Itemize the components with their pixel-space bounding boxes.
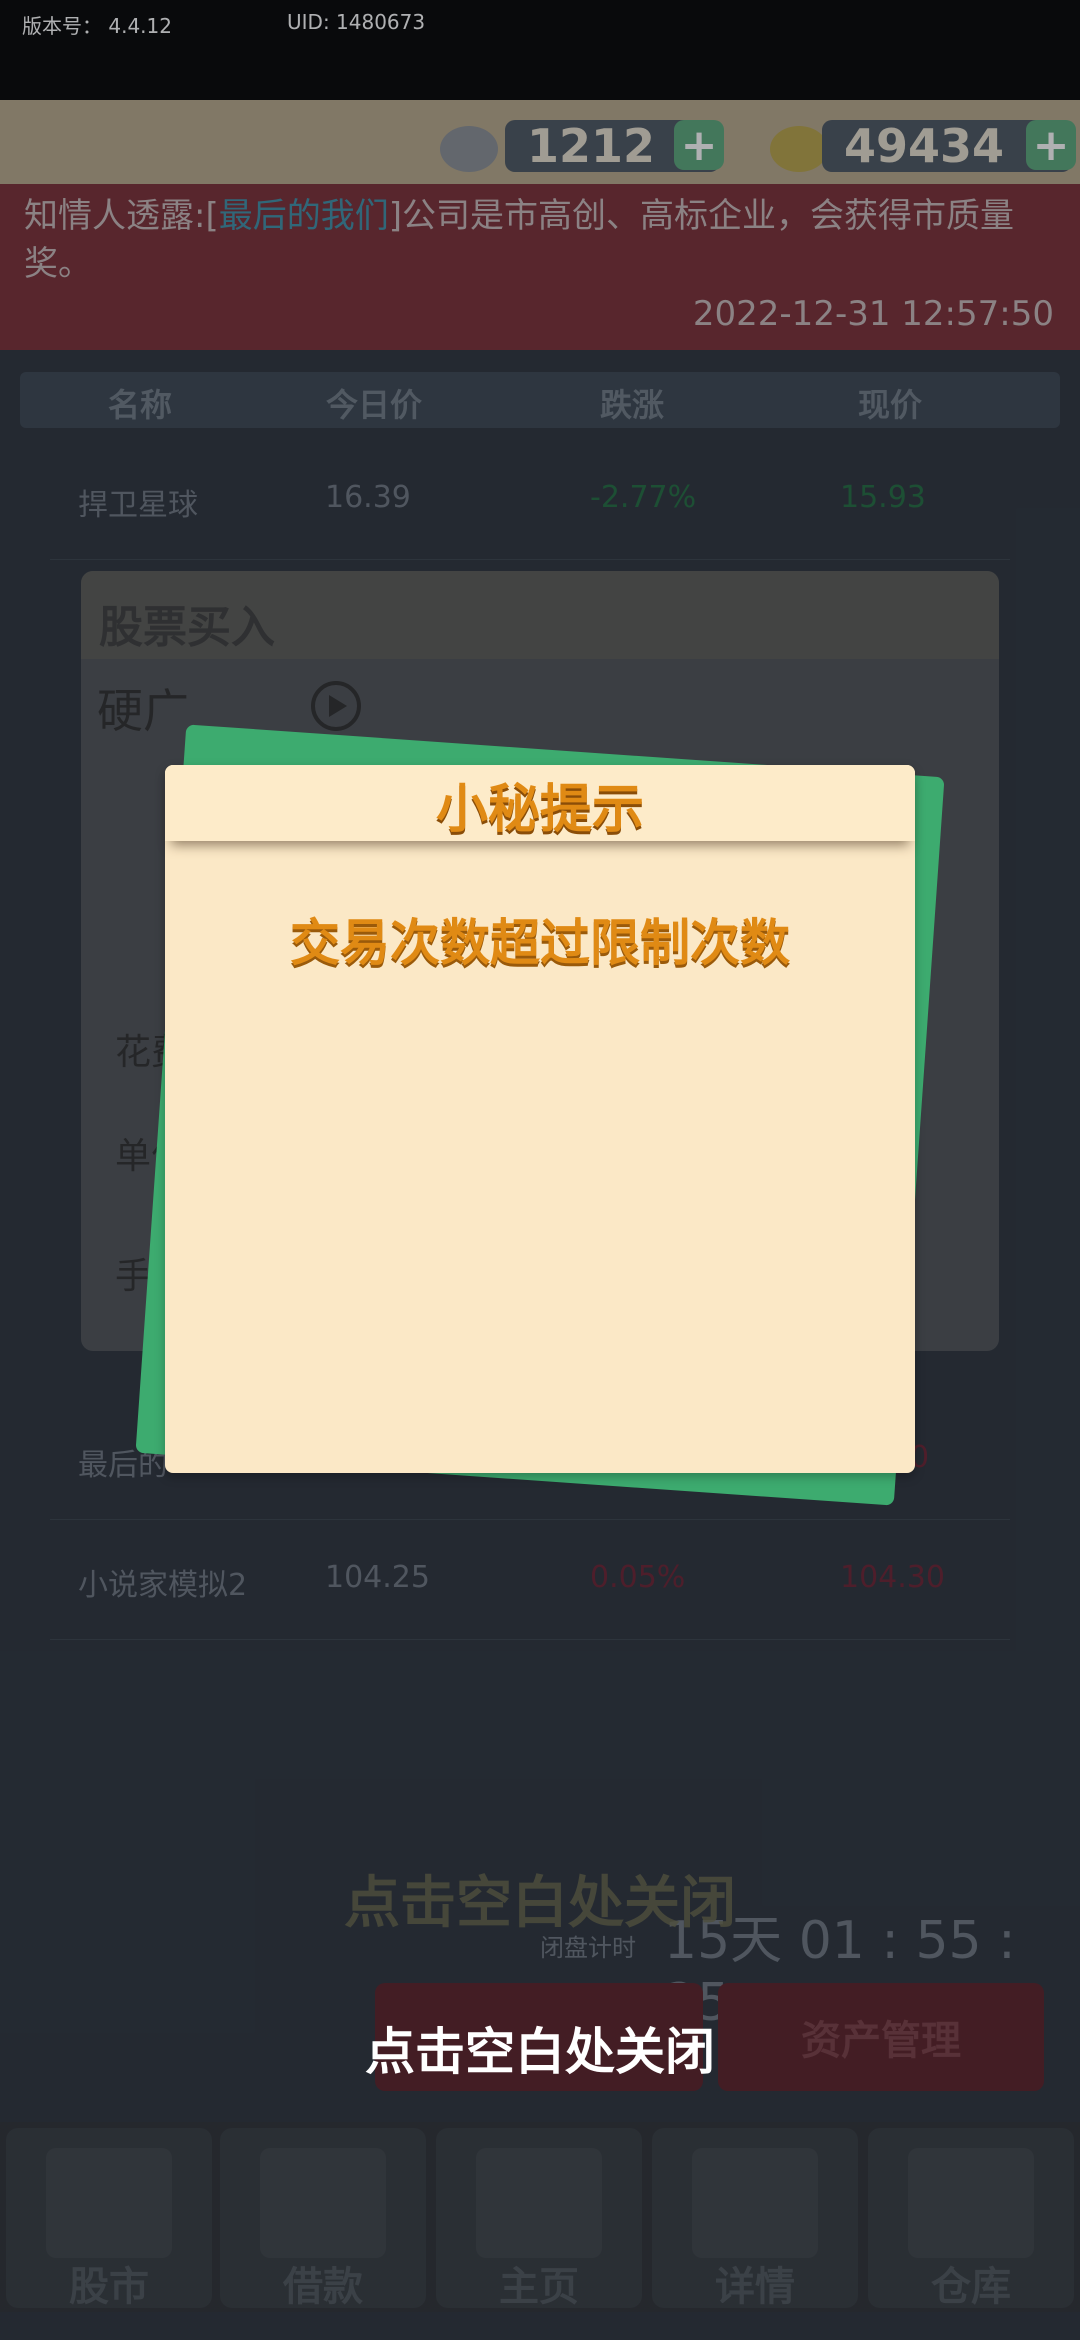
tap-to-close-hint[interactable]: 点击空白处关闭 — [0, 2012, 1080, 2084]
dialog-title: 小秘提示 — [435, 780, 644, 840]
dialog-message: 交易次数超过限制次数 — [290, 914, 790, 972]
tip-dialog: 小秘提示 交易次数超过限制次数 — [165, 765, 915, 1473]
